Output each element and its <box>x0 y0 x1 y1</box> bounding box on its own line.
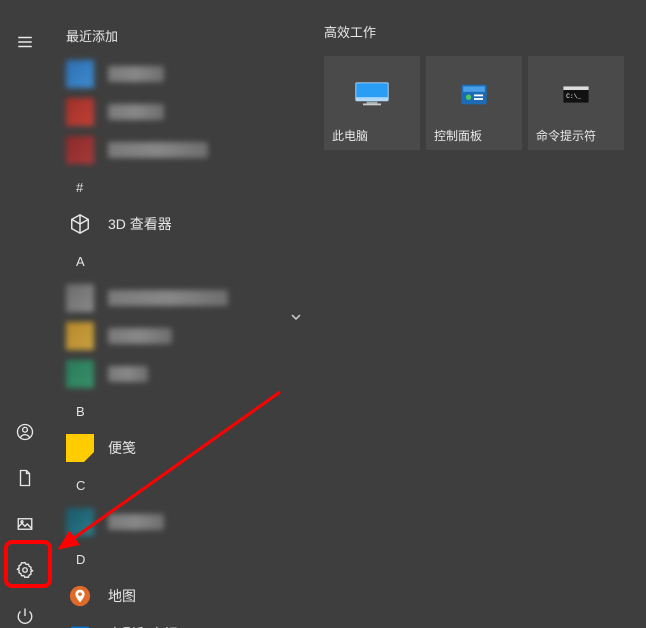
documents-button[interactable] <box>0 458 50 502</box>
power-icon <box>16 607 34 628</box>
app-label-redacted <box>108 142 208 158</box>
app-icon <box>66 284 94 312</box>
letter-header-c[interactable]: C <box>60 467 302 503</box>
terminal-icon: C:\_ <box>558 80 594 108</box>
app-icon <box>66 136 94 164</box>
letter-header-hash[interactable]: # <box>60 169 302 205</box>
hamburger-icon <box>16 33 34 56</box>
tile-cmd[interactable]: C:\_ 命令提示符 <box>528 56 624 150</box>
movies-icon <box>66 620 94 628</box>
app-label: 3D 查看器 <box>108 214 172 234</box>
tile-group-header[interactable]: 高效工作 <box>324 22 376 41</box>
tile-row: 此电脑 控制面板 C:\_ 命令提示符 <box>324 56 624 150</box>
app-label-redacted <box>108 366 148 382</box>
app-icon <box>66 508 94 536</box>
app-recent-3[interactable] <box>60 131 302 169</box>
app-label-redacted <box>108 514 164 530</box>
user-icon <box>16 423 34 446</box>
app-recent-1[interactable] <box>60 55 302 93</box>
letter-header-b[interactable]: B <box>60 393 302 429</box>
app-label-redacted <box>108 66 164 82</box>
app-c-1[interactable] <box>60 503 302 541</box>
tile-control-panel[interactable]: 控制面板 <box>426 56 522 150</box>
app-sticky-notes[interactable]: 便笺 <box>60 429 302 467</box>
pictures-button[interactable] <box>0 504 50 548</box>
app-label: 地图 <box>108 586 136 606</box>
app-label: 电影和电视 <box>108 624 178 628</box>
app-icon <box>66 98 94 126</box>
app-movies-tv[interactable]: 电影和电视 <box>60 615 302 628</box>
app-icon <box>66 360 94 388</box>
gear-icon <box>16 561 34 584</box>
monitor-icon <box>354 80 390 108</box>
settings-button[interactable] <box>0 550 50 594</box>
letter-header-d[interactable]: D <box>60 541 302 577</box>
app-a-2[interactable] <box>60 317 302 355</box>
app-maps[interactable]: 地图 <box>60 577 302 615</box>
app-a-3[interactable] <box>60 355 302 393</box>
app-recent-2[interactable] <box>60 93 302 131</box>
tile-label: 控制面板 <box>434 127 482 144</box>
letter-header-a[interactable]: A <box>60 243 302 279</box>
app-label: 便笺 <box>108 438 136 458</box>
document-icon <box>16 469 34 492</box>
chevron-down-icon[interactable] <box>290 310 302 322</box>
menu-button[interactable] <box>0 22 50 66</box>
app-label-redacted <box>108 290 228 306</box>
sticky-note-icon <box>66 434 94 462</box>
app-icon <box>66 60 94 88</box>
user-button[interactable] <box>0 412 50 456</box>
app-3d-viewer[interactable]: 3D 查看器 <box>60 205 302 243</box>
tile-this-pc[interactable]: 此电脑 <box>324 56 420 150</box>
app-a-1[interactable] <box>60 279 302 317</box>
app-list: 最近添加 # 3D 查看器 A B <box>60 22 302 628</box>
picture-icon <box>16 515 34 538</box>
cube-icon <box>66 210 94 238</box>
tile-label: 命令提示符 <box>536 127 596 144</box>
left-rail <box>0 0 50 628</box>
app-label-redacted <box>108 104 164 120</box>
recently-added-header: 最近添加 <box>60 22 302 55</box>
power-button[interactable] <box>0 596 50 628</box>
app-icon <box>66 322 94 350</box>
control-panel-icon <box>456 80 492 108</box>
svg-text:C:\_: C:\_ <box>566 93 581 100</box>
map-pin-icon <box>66 582 94 610</box>
app-label-redacted <box>108 328 172 344</box>
tile-label: 此电脑 <box>332 127 368 144</box>
